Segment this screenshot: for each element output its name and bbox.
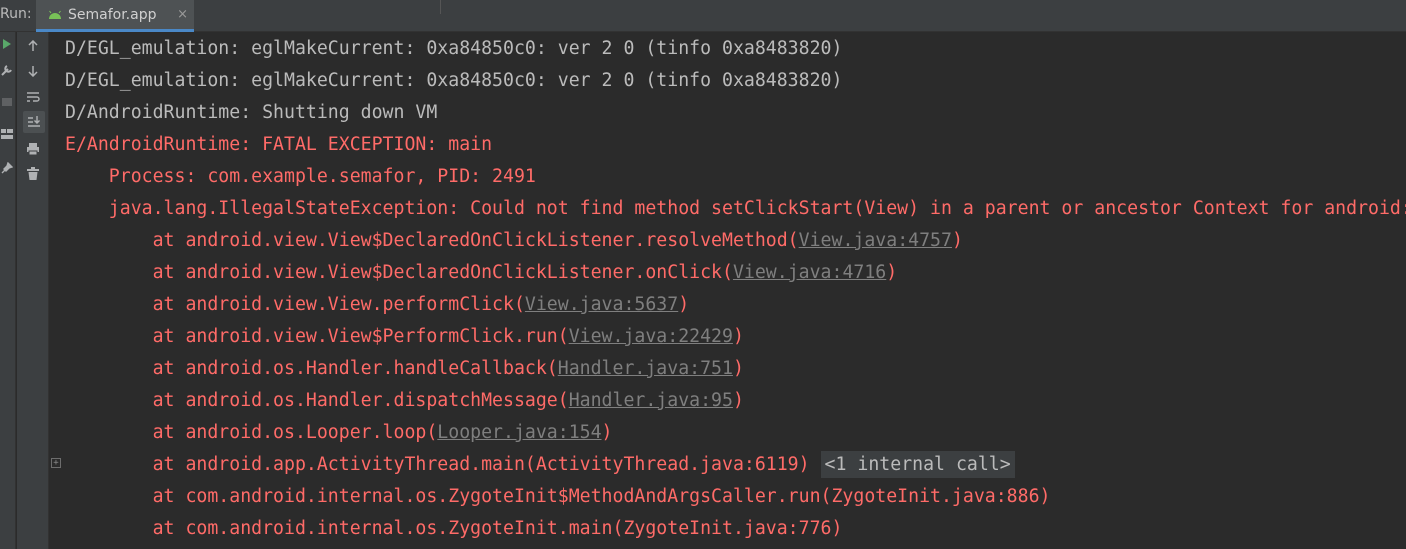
stack-text: ) — [951, 230, 963, 251]
log-line: D/EGL_emulation: eglMakeCurrent: 0xa8485… — [65, 38, 843, 59]
stack-text: at android.app.ActivityThread.main(Activ… — [65, 454, 810, 475]
log-line: D/EGL_emulation: eglMakeCurrent: 0xa8485… — [65, 70, 843, 91]
source-link[interactable]: View.java:5637 — [525, 294, 678, 315]
stack-text: ) — [732, 358, 744, 379]
stack-text: ) — [886, 262, 898, 283]
error-line: Process: com.example.semafor, PID: 2491 — [65, 166, 536, 187]
stack-line: at android.os.Handler.handleCallback(Han… — [65, 358, 744, 380]
error-line: E/AndroidRuntime: FATAL EXCEPTION: main — [65, 134, 493, 155]
console-toolbar — [17, 32, 49, 549]
tab-label: Semafor.app — [68, 6, 157, 23]
stack-text: at android.os.Looper.loop( — [65, 422, 438, 443]
stack-line: at android.view.View$DeclaredOnClickList… — [65, 262, 898, 284]
stack-text: at android.os.Handler.handleCallback( — [65, 358, 558, 379]
stack-text: at android.view.View$DeclaredOnClickList… — [65, 262, 733, 283]
stack-line: at com.android.internal.os.ZygoteInit.ma… — [65, 518, 843, 539]
stack-text: ) — [678, 294, 690, 315]
stack-line: at android.view.View.performClick(View.j… — [65, 294, 690, 316]
stack-line: at android.view.View$PerformClick.run(Vi… — [65, 326, 744, 348]
stack-text: at android.os.Handler.dispatchMessage( — [65, 390, 569, 411]
stop-icon[interactable] — [0, 94, 14, 110]
source-link[interactable]: Handler.java:95 — [569, 390, 733, 411]
scroll-to-end-icon[interactable] — [23, 111, 45, 133]
wrench-icon[interactable] — [0, 62, 14, 78]
source-link[interactable]: View.java:22429 — [569, 326, 733, 347]
stack-text: at android.view.View.performClick( — [65, 294, 525, 315]
print-icon[interactable] — [23, 139, 43, 159]
run-label: Run: — [0, 6, 32, 22]
stack-text: at android.view.View$PerformClick.run( — [65, 326, 569, 347]
trash-icon[interactable] — [23, 164, 43, 184]
run-toolbar — [0, 32, 16, 549]
android-icon — [49, 10, 61, 19]
stack-line: at android.os.Looper.loop(Looper.java:15… — [65, 422, 613, 444]
stack-text: ) — [732, 390, 744, 411]
stack-line: at android.os.Handler.dispatchMessage(Ha… — [65, 390, 744, 412]
pin-icon[interactable] — [0, 160, 14, 176]
stack-text: ) — [601, 422, 613, 443]
divider — [440, 0, 441, 14]
source-link[interactable]: View.java:4757 — [799, 230, 952, 251]
source-link[interactable]: View.java:4716 — [733, 262, 886, 283]
console-output[interactable]: D/EGL_emulation: eglMakeCurrent: 0xa8485… — [50, 32, 1406, 549]
stack-line: at android.app.ActivityThread.main(Activ… — [65, 451, 1015, 478]
close-icon[interactable]: × — [177, 7, 188, 22]
error-line: java.lang.IllegalStateException: Could n… — [108, 198, 1406, 219]
run-icon[interactable] — [0, 36, 14, 52]
run-window: Run: Semafor.app × D/EGL_emulation: eglM… — [0, 0, 1406, 549]
run-tab-bar: Run: Semafor.app × — [0, 0, 1406, 32]
stack-line: at android.view.View$DeclaredOnClickList… — [65, 230, 963, 252]
soft-wrap-icon[interactable] — [23, 87, 43, 107]
tab-semafor-app[interactable]: Semafor.app × — [36, 0, 194, 32]
log-line: D/AndroidRuntime: Shutting down VM — [65, 102, 438, 123]
internal-call-fold[interactable]: <1 internal call> — [820, 451, 1015, 478]
source-link[interactable]: Looper.java:154 — [437, 422, 601, 443]
expand-fold-icon[interactable]: + — [51, 458, 61, 468]
arrow-up-icon[interactable] — [23, 36, 43, 56]
arrow-down-icon[interactable] — [23, 61, 43, 81]
source-link[interactable]: Handler.java:751 — [558, 358, 733, 379]
layout-icon[interactable] — [0, 126, 14, 142]
stack-line: at com.android.internal.os.ZygoteInit$Me… — [65, 486, 1051, 507]
stack-text: ) — [732, 326, 744, 347]
stack-text: at android.view.View$DeclaredOnClickList… — [65, 230, 799, 251]
